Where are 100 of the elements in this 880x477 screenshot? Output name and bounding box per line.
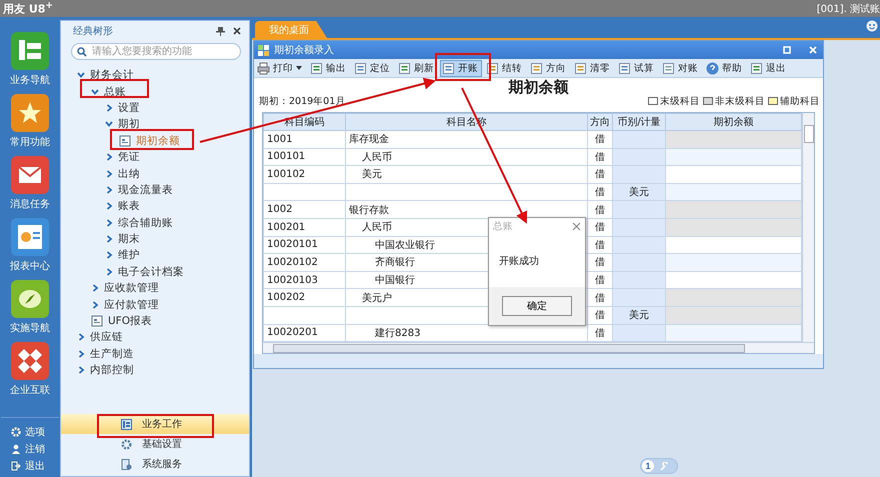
table-cell — [612, 166, 666, 184]
chevron-right-icon[interactable] — [91, 300, 99, 309]
toolbar-button[interactable]: 方向 — [528, 60, 570, 76]
chevron-right-icon[interactable] — [105, 251, 113, 260]
dialog-title: 总账 — [493, 220, 513, 232]
chevron-right-icon[interactable] — [77, 350, 85, 358]
tree-item[interactable]: 凭证 — [118, 150, 140, 164]
table-cell[interactable] — [666, 236, 802, 254]
tree-item[interactable]: 供应链 — [90, 330, 123, 344]
tree-item[interactable]: 应收款管理 — [104, 281, 159, 296]
toolbar-button[interactable]: 对账 — [660, 60, 702, 76]
table-cell — [612, 324, 666, 342]
search-field[interactable]: 请输入您要搜索的功能 — [71, 43, 241, 60]
table-cell: 人民币 — [346, 148, 588, 166]
scrollbar[interactable] — [263, 342, 814, 353]
chevron-right-icon[interactable] — [105, 170, 113, 178]
toolbar-button[interactable]: 清零 — [572, 60, 614, 76]
tree-item[interactable]: 期末 — [118, 232, 140, 246]
table-cell[interactable] — [666, 254, 802, 272]
tree-item[interactable]: 期初 — [118, 117, 140, 132]
chevron-right-icon[interactable] — [105, 104, 113, 112]
chevron-down-icon[interactable] — [105, 120, 113, 128]
nav-link[interactable]: 注销 — [25, 442, 45, 456]
tree-item[interactable]: 现金流量表 — [118, 182, 173, 197]
chevron-right-icon[interactable] — [105, 202, 113, 210]
chevron-down-icon[interactable] — [77, 71, 85, 80]
pin-icon[interactable] — [216, 26, 225, 36]
toolbar-button[interactable]: 退出 — [748, 60, 790, 76]
legend-label: 辅助科目 — [780, 94, 820, 108]
nav-link[interactable]: 选项 — [25, 424, 45, 438]
nav-label[interactable]: 消息任务 — [10, 197, 50, 211]
nav-label[interactable]: 业务导航 — [10, 73, 50, 87]
chevron-right-icon[interactable] — [77, 333, 85, 342]
chevron-right-icon[interactable] — [105, 268, 113, 276]
tree-item[interactable]: 维护 — [118, 248, 140, 262]
table-cell[interactable] — [666, 130, 802, 148]
page-number[interactable]: 1 — [642, 460, 654, 472]
document-icon — [354, 62, 367, 74]
chevron-right-icon[interactable] — [77, 366, 85, 374]
tree-item[interactable]: 出纳 — [118, 166, 140, 181]
toolbar-button[interactable]: 输出 — [308, 60, 350, 76]
toolbar-button[interactable]: 定位 — [352, 60, 394, 76]
table-cell[interactable] — [666, 183, 802, 201]
maximize-icon[interactable] — [783, 46, 791, 54]
section-tab[interactable]: 业务工作 — [61, 414, 249, 434]
table-cell[interactable] — [666, 306, 802, 324]
tree-item[interactable]: 综合辅助账 — [118, 216, 173, 230]
nav-label[interactable]: 报表中心 — [10, 259, 50, 273]
tree-item[interactable]: 账表 — [118, 199, 140, 214]
tree-diagram-icon — [121, 418, 132, 430]
table-cell[interactable] — [666, 148, 802, 166]
nav-label[interactable]: 企业互联 — [10, 383, 50, 397]
tree-item[interactable]: 设置 — [118, 100, 140, 115]
exit-icon — [11, 460, 21, 470]
tree-item[interactable]: 财务会计 — [90, 68, 134, 82]
nav-label[interactable]: 常用功能 — [10, 135, 50, 149]
chevron-right-icon[interactable] — [105, 235, 113, 244]
column-header[interactable]: 币别/计量 — [612, 114, 666, 130]
grid-icon — [258, 44, 269, 56]
document-icon — [574, 62, 587, 74]
legend-label: 末级科目 — [660, 94, 700, 108]
person-icon — [11, 444, 21, 454]
table-cell[interactable] — [666, 324, 802, 342]
chevron-right-icon[interactable] — [105, 153, 113, 162]
scrollbar[interactable] — [802, 113, 814, 342]
highlight-frame — [80, 79, 149, 98]
table-cell[interactable] — [666, 288, 802, 306]
tree-item[interactable]: 内部控制 — [90, 363, 134, 378]
toolbar-button[interactable]: 结转 — [484, 60, 526, 76]
table-cell — [612, 254, 666, 272]
tree-item[interactable]: 应付款管理 — [104, 298, 159, 312]
chevron-down-icon[interactable] — [91, 88, 99, 96]
section-tab[interactable]: 基础设置 — [61, 434, 249, 454]
column-header[interactable]: 期初余额 — [666, 114, 802, 130]
section-tab[interactable]: 系统服务 — [61, 454, 249, 474]
close-icon[interactable] — [233, 27, 241, 35]
column-header[interactable]: 方向 — [588, 114, 612, 130]
tree-item[interactable]: UFO报表 — [108, 314, 152, 328]
table-cell[interactable] — [666, 218, 802, 236]
toolbar-button[interactable]: 帮助 — [704, 60, 746, 76]
tree-item[interactable]: 电子会计档案 — [118, 264, 184, 279]
nav-label[interactable]: 实施导航 — [10, 321, 50, 335]
nav-link[interactable]: 退出 — [25, 458, 45, 472]
smiley-icon[interactable] — [866, 20, 878, 32]
chevron-right-icon[interactable] — [105, 186, 113, 194]
report-heading: 期初余额 — [508, 78, 568, 96]
document-icon — [310, 62, 323, 74]
table-cell[interactable] — [666, 200, 802, 218]
ok-button[interactable]: 确定 — [502, 296, 572, 316]
pager[interactable]: 1 — [640, 458, 678, 474]
toolbar-button[interactable]: 打印 — [255, 60, 306, 76]
chevron-right-icon[interactable] — [105, 218, 113, 227]
table-cell: 美元 — [612, 183, 666, 201]
toolbar-button[interactable]: 刷新 — [396, 60, 438, 76]
toolbar-button[interactable]: 试算 — [616, 60, 658, 76]
tree-item[interactable]: 生产制造 — [90, 346, 134, 361]
table-cell[interactable] — [666, 166, 802, 184]
chevron-right-icon[interactable] — [91, 284, 99, 292]
table-cell[interactable] — [666, 271, 802, 289]
toolbar-button[interactable]: 开账 — [440, 60, 482, 76]
